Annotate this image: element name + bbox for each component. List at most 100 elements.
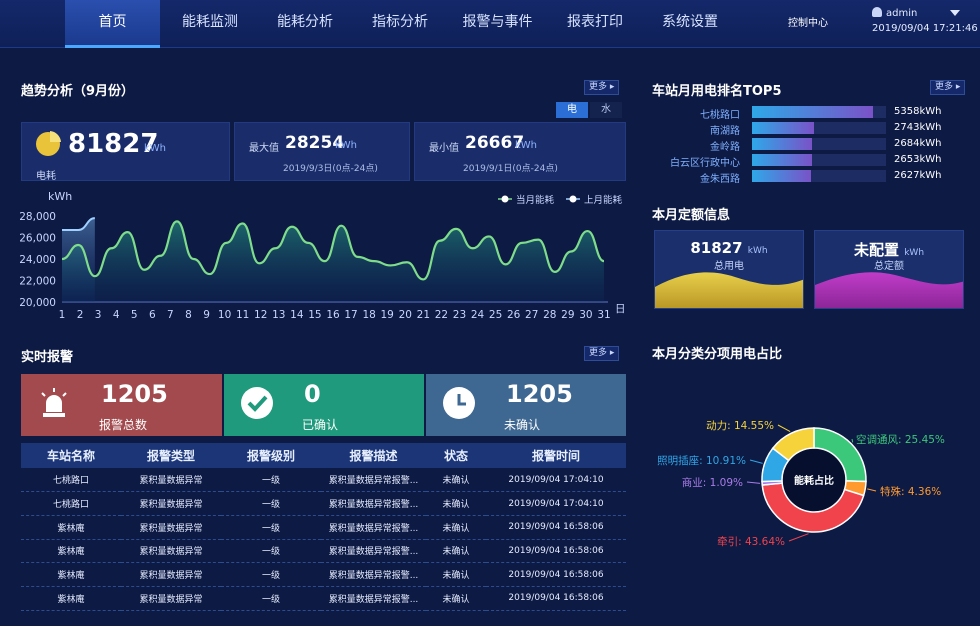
x-tick-label: 28 [543, 309, 556, 321]
x-tick-label: 3 [95, 309, 102, 321]
trend-more-button[interactable]: 更多 ▸ [584, 80, 620, 95]
alarm-unconfirmed-number: 1205 [506, 380, 573, 408]
x-axis-label: 日 [615, 303, 626, 315]
quota-limit-card: 未配置 kWh 总定额 [814, 230, 964, 309]
x-tick-label: 27 [525, 309, 538, 321]
control-center-link[interactable]: 控制中心 [788, 14, 828, 29]
table-row[interactable]: 紫林庵 累积量数据异常 一级 累积量数据异常报警... 未确认 2019/09/… [21, 515, 626, 540]
alarm-confirmed-number: 0 [304, 380, 321, 408]
alarm-total-card[interactable]: 1205 报警总数 [21, 374, 222, 436]
nav-alarm-events[interactable]: 报警与事件 [450, 0, 545, 48]
x-tick-label: 1 [59, 309, 66, 321]
table-row[interactable]: 紫林庵 累积量数据异常 一级 累积量数据异常报警... 未确认 2019/09/… [21, 562, 626, 587]
tab-electricity[interactable]: 电 [556, 102, 588, 118]
user-info[interactable]: admin 2019/09/04 17:21:46 [872, 7, 978, 34]
cell-station: 紫林庵 [21, 562, 121, 587]
kpi-max: 最大值 28254 kWh 2019/9/3日(0点-24点) [234, 122, 410, 181]
cell-desc: 累积量数据异常报警... [321, 515, 426, 540]
x-tick-label: 19 [381, 309, 394, 321]
chevron-down-icon[interactable] [950, 10, 960, 16]
nav-energy-analysis[interactable]: 能耗分析 [260, 0, 350, 48]
nav-report-print[interactable]: 报表打印 [550, 0, 640, 48]
rank-bar-fill [752, 106, 873, 118]
rank-more-button[interactable]: 更多 ▸ [930, 80, 966, 95]
rank-name-4: 白云区行政中心 [670, 158, 740, 169]
x-tick-label: 15 [308, 309, 321, 321]
table-row[interactable]: 紫林庵 累积量数据异常 一级 累积量数据异常报警... 未确认 2019/09/… [21, 539, 626, 564]
cell-level: 一级 [221, 562, 321, 587]
x-tick-label: 6 [149, 309, 156, 321]
max-time: 2019/9/3日(0点-24点) [283, 164, 378, 174]
x-tick-label: 10 [218, 309, 231, 321]
donut-leader-4 [749, 459, 763, 464]
x-tick-label: 22 [435, 309, 448, 321]
cell-status: 未确认 [426, 491, 486, 516]
cell-type: 累积量数据异常 [121, 539, 221, 564]
col-station[interactable]: 车站名称 [21, 443, 121, 468]
table-row[interactable]: 紫林庵 累积量数据异常 一级 累积量数据异常报警... 未确认 2019/09/… [21, 586, 626, 611]
cell-type: 累积量数据异常 [121, 468, 221, 493]
nav-system-settings[interactable]: 系统设置 [645, 0, 735, 48]
min-time: 2019/9/1日(0点-24点) [463, 164, 558, 174]
cell-station: 紫林庵 [21, 586, 121, 611]
alarm-confirmed-label: 已确认 [302, 418, 339, 432]
kpi-total: 81827 kWh 电耗 [21, 122, 230, 182]
rank-value-1: 5358kWh [894, 106, 942, 117]
table-row[interactable]: 七桃路口 累积量数据异常 一级 累积量数据异常报警... 未确认 2019/09… [21, 491, 626, 516]
x-tick-label: 23 [453, 309, 466, 321]
x-tick-label: 5 [131, 309, 138, 321]
min-unit: kWh [515, 140, 538, 151]
quota-limit-label: 总定额 [874, 261, 904, 272]
pie-chart-icon [36, 131, 61, 156]
col-desc[interactable]: 报警描述 [321, 443, 426, 468]
rank-value-5: 2627kWh [894, 170, 942, 181]
x-tick-label: 30 [579, 309, 592, 321]
cell-desc: 累积量数据异常报警... [321, 562, 426, 587]
donut-leader-3 [746, 481, 761, 484]
alarm-table: 车站名称 报警类型 报警级别 报警描述 状态 报警时间 七桃路口 累积量数据异常… [21, 443, 626, 611]
quota-total-label: 总用电 [714, 261, 744, 272]
table-row[interactable]: 七桃路口 累积量数据异常 一级 累积量数据异常报警... 未确认 2019/09… [21, 468, 626, 493]
top-nav: 首页 能耗监测 能耗分析 指标分析 报警与事件 报表打印 系统设置 控制中心 a… [0, 0, 980, 48]
x-tick-label: 18 [362, 309, 375, 321]
rank-name-2: 南湖路 [710, 126, 740, 137]
donut-label-1: 特殊: 4.36% [880, 485, 941, 498]
nav-home[interactable]: 首页 [65, 0, 160, 48]
cell-type: 累积量数据异常 [121, 491, 221, 516]
cell-status: 未确认 [426, 515, 486, 540]
cell-level: 一级 [221, 515, 321, 540]
x-tick-label: 8 [185, 309, 192, 321]
alarm-unconfirmed-card[interactable]: 1205 未确认 [426, 374, 626, 436]
x-tick-label: 4 [113, 309, 120, 321]
rank-name-5: 金朱西路 [700, 174, 740, 185]
alarm-title: 实时报警 [21, 350, 74, 365]
cell-station: 紫林庵 [21, 515, 121, 540]
col-time[interactable]: 报警时间 [486, 443, 626, 468]
alarm-more-button[interactable]: 更多 ▸ [584, 346, 620, 361]
donut-title: 本月分类分项用电占比 [652, 347, 783, 362]
nav-index-analysis[interactable]: 指标分析 [355, 0, 445, 48]
series-current-area [62, 221, 604, 302]
rank-value-4: 2653kWh [894, 154, 942, 165]
y-axis-label: kWh [48, 190, 72, 203]
tab-water[interactable]: 水 [590, 102, 622, 118]
donut-center-label: 能耗占比 [794, 474, 834, 487]
rank-bar-4 [752, 154, 886, 166]
alarm-confirmed-card[interactable]: 0 已确认 [224, 374, 424, 436]
cell-time: 2019/09/04 16:58:06 [486, 586, 626, 611]
cell-status: 未确认 [426, 562, 486, 587]
col-level[interactable]: 报警级别 [221, 443, 321, 468]
table-header-row: 车站名称 报警类型 报警级别 报警描述 状态 报警时间 [21, 443, 626, 468]
col-type[interactable]: 报警类型 [121, 443, 221, 468]
check-circle-icon [241, 387, 273, 419]
y-tick-label: 26,000 [19, 233, 56, 245]
cell-time: 2019/09/04 17:04:10 [486, 491, 626, 516]
x-tick-label: 11 [236, 309, 249, 321]
cell-desc: 累积量数据异常报警... [321, 491, 426, 516]
cell-level: 一级 [221, 468, 321, 493]
nav-energy-monitor[interactable]: 能耗监测 [165, 0, 255, 48]
donut-label-2: 牵引: 43.64% [717, 535, 785, 548]
x-tick-label: 12 [254, 309, 267, 321]
col-status[interactable]: 状态 [426, 443, 486, 468]
quota-total-value-line: 81827 kWh [655, 239, 803, 257]
